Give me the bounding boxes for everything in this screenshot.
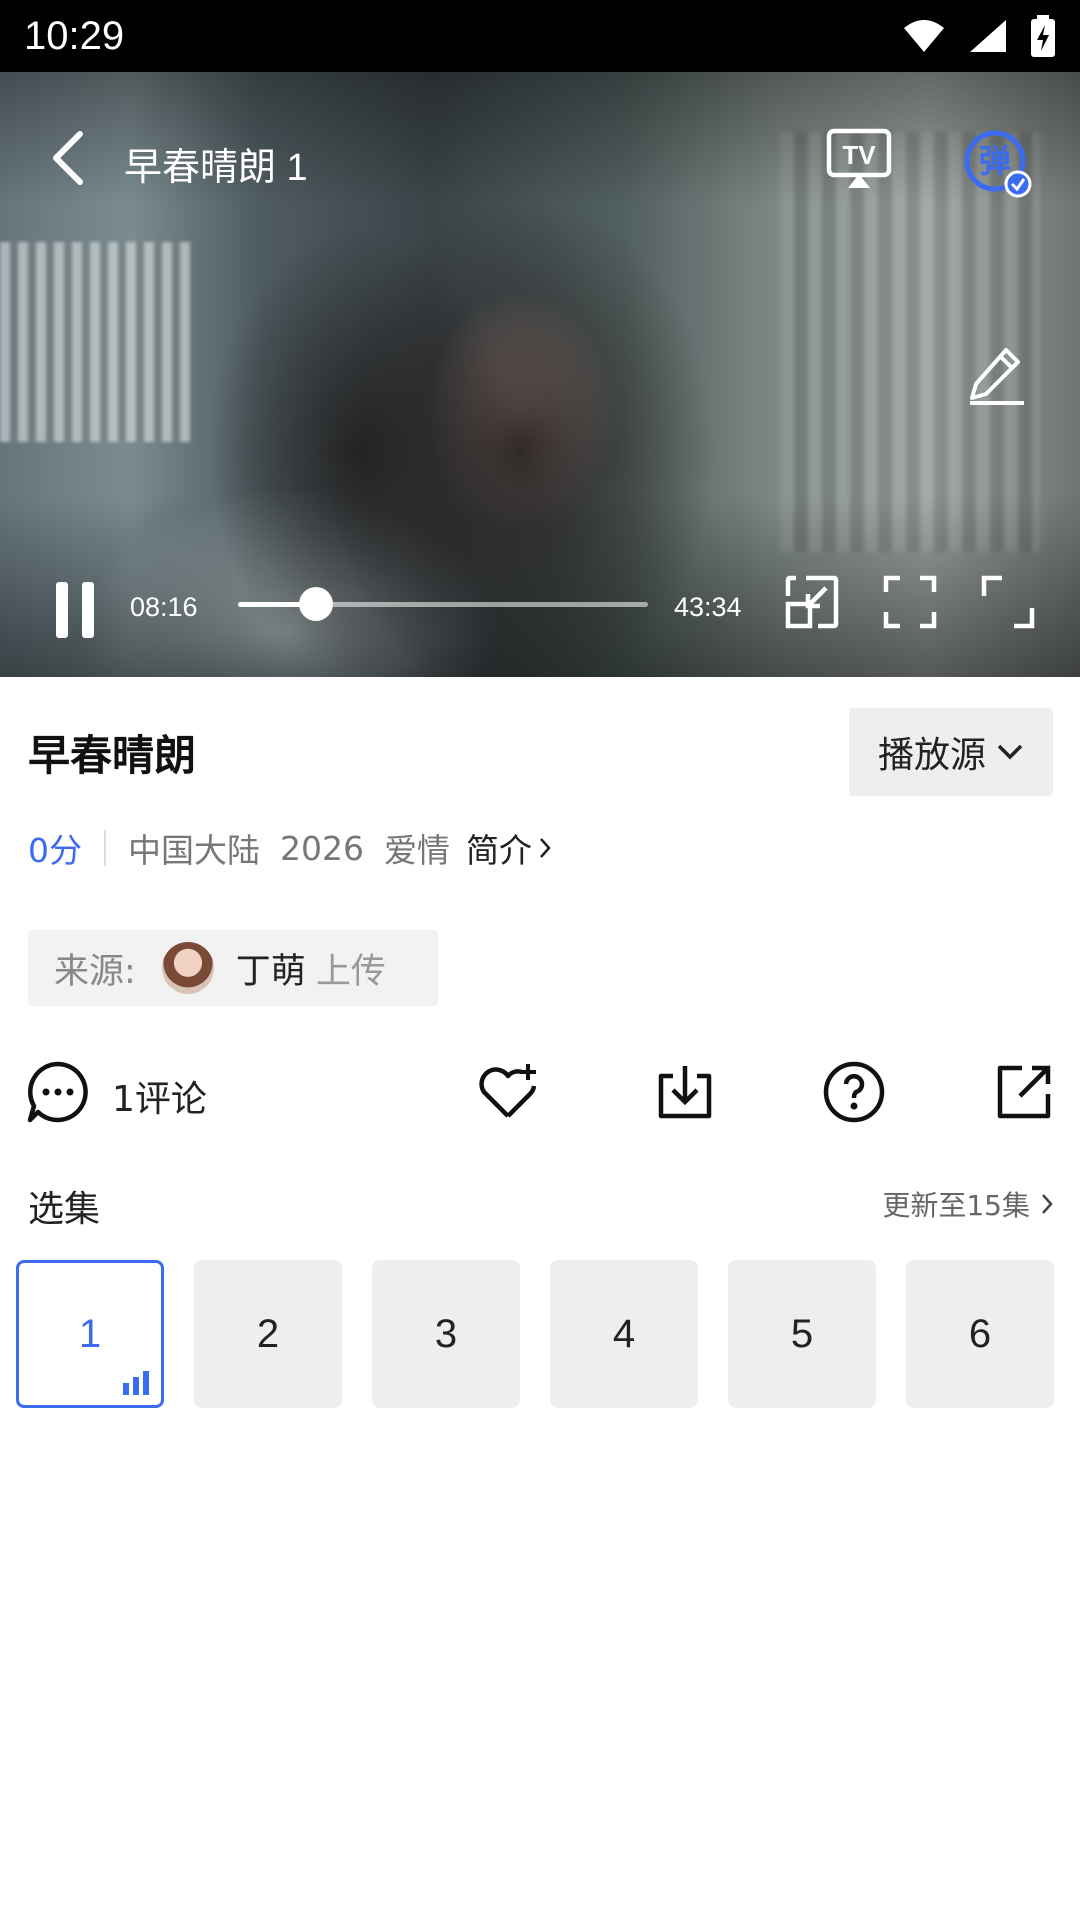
uploader-label: 来源: xyxy=(54,951,136,992)
back-button[interactable] xyxy=(46,128,94,188)
heart-plus-icon xyxy=(479,1064,537,1118)
player-title: 早春晴朗 1 xyxy=(124,147,308,189)
comment-icon xyxy=(27,1061,88,1123)
download-button[interactable] xyxy=(653,1060,717,1124)
episodes-update-text: 更新至15集 xyxy=(882,1189,1030,1222)
danmu-toggle-button[interactable]: 弹 xyxy=(962,128,1032,198)
comment-count[interactable]: 1评论 xyxy=(112,1070,207,1122)
genre: 爱情 xyxy=(383,831,450,870)
pause-icon xyxy=(82,582,94,638)
battery-icon xyxy=(1031,15,1055,57)
video-player[interactable]: 早春晴朗 1 TV 弹 08:16 43:34 xyxy=(0,72,1080,677)
current-time: 08:16 xyxy=(130,592,198,622)
show-meta: 0分 中国大陆 2026 爱情 简介 xyxy=(28,826,552,870)
episode-item[interactable]: 5 xyxy=(728,1260,876,1408)
episode-item[interactable]: 6 xyxy=(906,1260,1054,1408)
svg-text:弹: 弹 xyxy=(979,142,1011,180)
pip-icon xyxy=(785,575,839,629)
show-title: 早春晴朗 xyxy=(28,731,197,780)
chevron-down-icon xyxy=(997,744,1023,760)
screen-ratio-button[interactable] xyxy=(882,574,938,630)
status-time: 10:29 xyxy=(24,13,125,58)
seek-bar-thumb[interactable] xyxy=(298,587,333,621)
play-source-label: 播放源 xyxy=(877,735,986,776)
tv-cast-icon: TV xyxy=(826,128,892,188)
question-icon xyxy=(823,1061,885,1123)
duration-time: 43:34 xyxy=(674,592,742,622)
intro-link[interactable]: 简介 xyxy=(466,824,552,872)
share-icon xyxy=(997,1065,1051,1119)
chevron-right-icon xyxy=(540,838,551,858)
status-bar: 10:29 xyxy=(0,0,1080,72)
episode-list: 1 2 3 4 5 6 xyxy=(16,1260,1066,1408)
year: 2026 xyxy=(280,828,364,868)
score[interactable]: 0分 xyxy=(28,824,82,872)
episode-number: 6 xyxy=(968,1311,992,1356)
play-source-button[interactable]: 播放源 xyxy=(849,708,1053,796)
fullscreen-button[interactable] xyxy=(980,574,1036,630)
danmu-icon: 弹 xyxy=(964,130,1032,198)
share-button[interactable] xyxy=(992,1060,1056,1124)
episode-number: 5 xyxy=(790,1311,814,1356)
uploader-name: 丁萌 xyxy=(235,951,306,992)
wifi-icon xyxy=(904,20,944,52)
pip-button[interactable] xyxy=(784,574,840,630)
region: 中国大陆 xyxy=(128,831,260,870)
svg-text:TV: TV xyxy=(842,140,876,170)
signal-icon xyxy=(970,20,1006,52)
comment-button[interactable] xyxy=(26,1060,90,1124)
pause-icon xyxy=(56,582,68,638)
help-button[interactable] xyxy=(822,1060,886,1124)
download-icon xyxy=(658,1066,712,1119)
episode-number: 2 xyxy=(256,1311,280,1356)
divider xyxy=(104,830,106,866)
favorite-button[interactable] xyxy=(476,1060,540,1124)
chevron-right-icon xyxy=(1042,1194,1053,1214)
pencil-icon xyxy=(970,348,1024,405)
seek-bar[interactable] xyxy=(238,587,648,621)
crop-frame-icon xyxy=(883,575,937,629)
episode-item[interactable]: 2 xyxy=(194,1260,342,1408)
episode-item[interactable]: 4 xyxy=(550,1260,698,1408)
uploader-info[interactable]: 来源: 丁萌 上传 xyxy=(28,930,438,1006)
send-danmu-button[interactable] xyxy=(966,344,1026,406)
pause-button[interactable] xyxy=(52,582,98,638)
intro-label: 简介 xyxy=(465,831,532,870)
cast-tv-button[interactable]: TV xyxy=(826,128,892,190)
episode-item[interactable]: 1 xyxy=(16,1260,164,1408)
fullscreen-icon xyxy=(981,575,1035,629)
episodes-label: 选集 xyxy=(28,1189,101,1230)
episode-item[interactable]: 3 xyxy=(372,1260,520,1408)
episode-number: 1 xyxy=(78,1311,102,1356)
action-bar: 1评论 xyxy=(0,1060,1080,1130)
avatar xyxy=(161,942,214,994)
uploader-suffix: 上传 xyxy=(315,951,386,992)
episodes-more-link[interactable]: 更新至15集 xyxy=(882,1184,1054,1224)
episode-number: 3 xyxy=(434,1311,458,1356)
episode-number: 4 xyxy=(612,1311,636,1356)
system-icons xyxy=(902,15,1056,57)
chevron-left-icon xyxy=(53,131,83,185)
now-playing-icon xyxy=(123,1371,149,1395)
